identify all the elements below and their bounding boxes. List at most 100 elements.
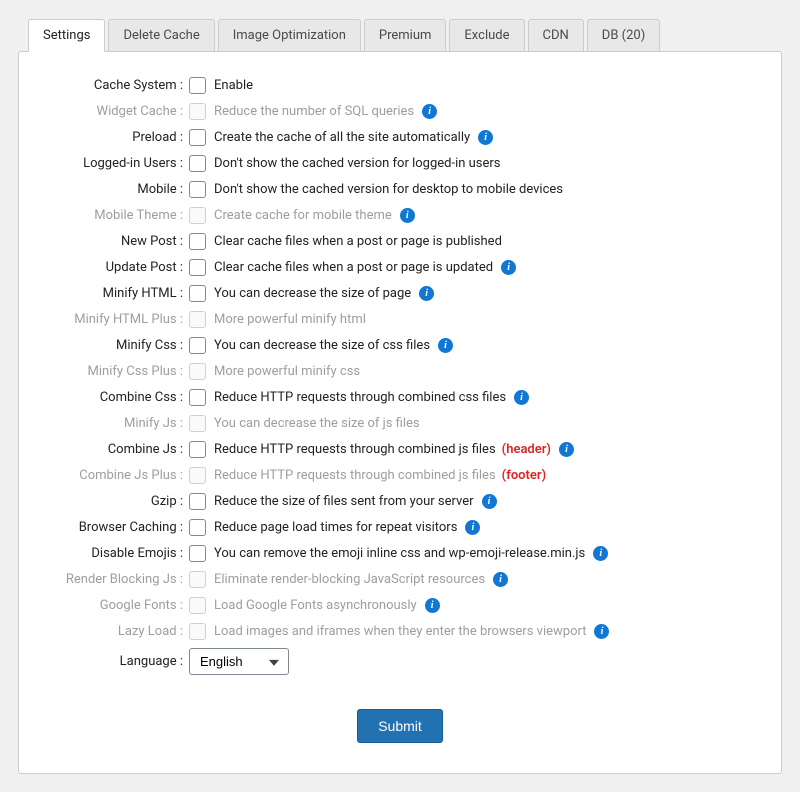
label-minify-css-plus: Minify Css Plus :	[39, 364, 189, 379]
checkbox-logged-in-users[interactable]	[189, 155, 206, 172]
checkbox-disable-emojis[interactable]	[189, 545, 206, 562]
desc-minify-js: You can decrease the size of js files	[214, 416, 420, 431]
info-icon-widget-cache[interactable]: i	[422, 104, 437, 119]
settings-panel: Cache System :EnableWidget Cache :Reduce…	[18, 51, 782, 774]
checkbox-minify-html[interactable]	[189, 285, 206, 302]
language-select[interactable]: English	[189, 648, 289, 675]
checkbox-new-post[interactable]	[189, 233, 206, 250]
checkbox-mobile-theme	[189, 207, 206, 224]
checkbox-render-blocking	[189, 571, 206, 588]
checkbox-google-fonts	[189, 597, 206, 614]
label-disable-emojis: Disable Emojis :	[39, 546, 189, 561]
checkbox-widget-cache	[189, 103, 206, 120]
row-combine-css: Combine Css :Reduce HTTP requests throug…	[39, 384, 761, 410]
label-lazy-load: Lazy Load :	[39, 624, 189, 639]
label-preload: Preload :	[39, 130, 189, 145]
info-icon-combine-js[interactable]: i	[559, 442, 574, 457]
row-minify-js: Minify Js :You can decrease the size of …	[39, 410, 761, 436]
label-logged-in-users: Logged-in Users :	[39, 156, 189, 171]
submit-wrap: Submit	[39, 709, 761, 743]
checkbox-cache-system[interactable]	[189, 77, 206, 94]
tab-premium[interactable]: Premium	[364, 19, 447, 52]
desc-widget-cache: Reduce the number of SQL queries	[214, 104, 414, 119]
row-cache-system: Cache System :Enable	[39, 72, 761, 98]
info-icon-preload[interactable]: i	[478, 130, 493, 145]
language-label: Language :	[39, 654, 189, 669]
language-select-wrap: English	[189, 648, 289, 675]
desc-disable-emojis: You can remove the emoji inline css and …	[214, 546, 585, 561]
desc-minify-html: You can decrease the size of page	[214, 286, 411, 301]
info-icon-combine-css[interactable]: i	[514, 390, 529, 405]
row-combine-js: Combine Js : Reduce HTTP requests through…	[39, 436, 761, 462]
checkbox-update-post[interactable]	[189, 259, 206, 276]
row-minify-html-plus: Minify HTML Plus : More powerful minify h…	[39, 306, 761, 332]
desc-mobile: Don't show the cached version for deskto…	[214, 182, 563, 197]
info-icon-minify-html[interactable]: i	[419, 286, 434, 301]
label-browser-caching: Browser Caching :	[39, 520, 189, 535]
desc-gzip: Reduce the size of files sent from your …	[214, 494, 474, 509]
desc-combine-js-plus: Reduce HTTP requests through combined js…	[214, 468, 496, 483]
checkbox-mobile[interactable]	[189, 181, 206, 198]
label-cache-system: Cache System :	[39, 78, 189, 93]
desc-combine-js: Reduce HTTP requests through combined js…	[214, 442, 496, 457]
label-mobile: Mobile :	[39, 182, 189, 197]
tab-cdn[interactable]: CDN	[528, 19, 584, 52]
checkbox-gzip[interactable]	[189, 493, 206, 510]
label-combine-css: Combine Css :	[39, 390, 189, 405]
row-minify-css: Minify Css :You can decrease the size of…	[39, 332, 761, 358]
checkbox-browser-caching[interactable]	[189, 519, 206, 536]
row-mobile: Mobile : Don't show the cached version fo…	[39, 176, 761, 202]
row-widget-cache: Widget Cache :Reduce the number of SQL q…	[39, 98, 761, 124]
desc-logged-in-users: Don't show the cached version for logged…	[214, 156, 501, 171]
tab-db-20[interactable]: DB (20)	[587, 19, 660, 52]
info-icon-gzip[interactable]: i	[482, 494, 497, 509]
row-preload: Preload : Create the cache of all the sit…	[39, 124, 761, 150]
submit-button[interactable]: Submit	[357, 709, 443, 743]
checkbox-combine-css[interactable]	[189, 389, 206, 406]
desc-minify-html-plus: More powerful minify html	[214, 312, 366, 327]
row-update-post: Update Post :Clear cache files when a po…	[39, 254, 761, 280]
row-lazy-load: Lazy Load :Load images and iframes when …	[39, 618, 761, 644]
info-icon-disable-emojis[interactable]: i	[593, 546, 608, 561]
checkbox-minify-html-plus	[189, 311, 206, 328]
info-icon-render-blocking[interactable]: i	[493, 572, 508, 587]
desc-minify-css: You can decrease the size of css files	[214, 338, 430, 353]
label-render-blocking: Render Blocking Js :	[39, 572, 189, 587]
info-icon-google-fonts[interactable]: i	[425, 598, 440, 613]
desc-render-blocking: Eliminate render-blocking JavaScript res…	[214, 572, 485, 587]
tabs-bar: SettingsDelete CacheImage OptimizationPr…	[18, 18, 782, 51]
info-icon-browser-caching[interactable]: i	[465, 520, 480, 535]
row-gzip: Gzip : Reduce the size of files sent from…	[39, 488, 761, 514]
tab-exclude[interactable]: Exclude	[449, 19, 524, 52]
row-new-post: New Post :Clear cache files when a post …	[39, 228, 761, 254]
tab-settings[interactable]: Settings	[28, 19, 105, 52]
checkbox-combine-js-plus	[189, 467, 206, 484]
info-icon-mobile-theme[interactable]: i	[400, 208, 415, 223]
label-google-fonts: Google Fonts :	[39, 598, 189, 613]
desc-new-post: Clear cache files when a post or page is…	[214, 234, 502, 249]
checkbox-preload[interactable]	[189, 129, 206, 146]
checkbox-minify-css[interactable]	[189, 337, 206, 354]
info-icon-lazy-load[interactable]: i	[594, 624, 609, 639]
row-combine-js-plus: Combine Js Plus :Reduce HTTP requests th…	[39, 462, 761, 488]
tab-image-optimization[interactable]: Image Optimization	[218, 19, 361, 52]
row-minify-html: Minify HTML :You can decrease the size o…	[39, 280, 761, 306]
note-combine-js: (header)	[502, 442, 551, 457]
desc-preload: Create the cache of all the site automat…	[214, 130, 470, 145]
row-minify-css-plus: Minify Css Plus : More powerful minify cs…	[39, 358, 761, 384]
desc-minify-css-plus: More powerful minify css	[214, 364, 360, 379]
checkbox-minify-css-plus	[189, 363, 206, 380]
label-combine-js: Combine Js :	[39, 442, 189, 457]
label-minify-html-plus: Minify HTML Plus :	[39, 312, 189, 327]
row-mobile-theme: Mobile Theme : Create cache for mobile th…	[39, 202, 761, 228]
label-gzip: Gzip :	[39, 494, 189, 509]
row-logged-in-users: Logged-in Users : Don't show the cached v…	[39, 150, 761, 176]
checkbox-minify-js	[189, 415, 206, 432]
info-icon-update-post[interactable]: i	[501, 260, 516, 275]
tab-delete-cache[interactable]: Delete Cache	[108, 19, 214, 52]
label-mobile-theme: Mobile Theme :	[39, 208, 189, 223]
desc-mobile-theme: Create cache for mobile theme	[214, 208, 392, 223]
info-icon-minify-css[interactable]: i	[438, 338, 453, 353]
desc-browser-caching: Reduce page load times for repeat visito…	[214, 520, 457, 535]
checkbox-combine-js[interactable]	[189, 441, 206, 458]
